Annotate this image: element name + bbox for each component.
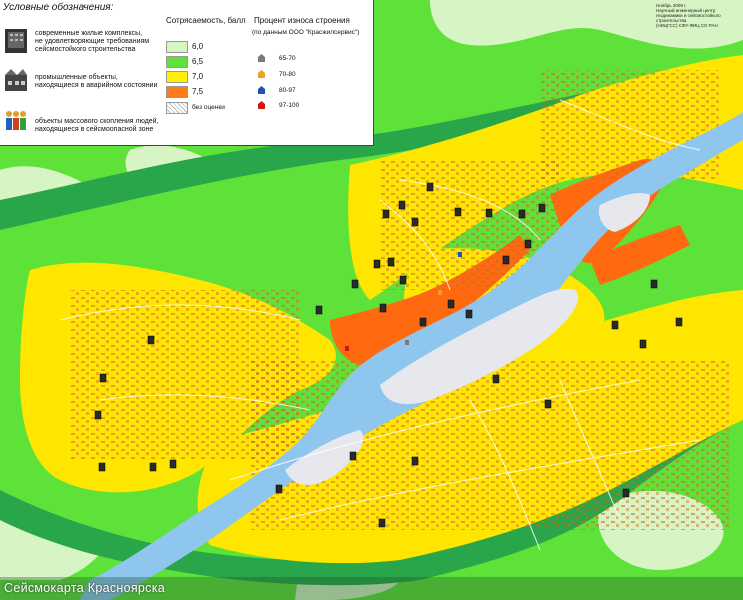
wear-label-80-97: 80-97 (279, 87, 296, 94)
wear-label-97-100: 97-100 (279, 102, 300, 109)
wear-marker-97-100-icon (258, 101, 265, 109)
center-note: Ноябрь 2009 г. Научный инженерный центр … (656, 3, 721, 28)
wear-marker-65-70-icon (258, 54, 265, 62)
residential-building-icon (4, 28, 28, 54)
map-title: Сейсмокарта Красноярска (4, 581, 165, 595)
wear-marker-70-80-icon (258, 70, 265, 78)
wear-label-70-80: 70-80 (279, 71, 296, 78)
seismicity-label-7-0: 7,0 (192, 72, 204, 81)
seismicity-swatch-6-0 (166, 41, 188, 53)
wear-marker-80-97-icon (258, 86, 265, 94)
seismicity-swatch-6-5 (166, 56, 188, 68)
legend-object-residential: современные жилые комплексы, не удовлетв… (35, 30, 150, 53)
industrial-building-icon (4, 67, 28, 93)
legend-object-crowd: объекты массового скопления людей, наход… (35, 118, 159, 133)
seismicity-swatch-unrated (166, 102, 188, 114)
legend-panel: Условные обозначения: современные жилые … (0, 0, 374, 146)
seismicity-swatch-7-0 (166, 71, 188, 83)
wear-title: Процент износа строения (254, 16, 350, 25)
seismicity-label-7-5: 7,5 (192, 87, 204, 96)
legend-object-industrial: промышленные объекты, находящиеся в авар… (35, 74, 158, 89)
legend-title: Условные обозначения: (3, 2, 114, 13)
seismicity-label-unrated: без оценки (192, 104, 225, 111)
seismicity-label-6-0: 6,0 (192, 42, 204, 51)
seismicity-swatch-7-5 (166, 86, 188, 98)
wear-source: (по данным ООО "Красжилсервис") (252, 29, 360, 36)
seismicity-title: Сотрясаемость, балл (166, 16, 246, 25)
crowd-icon (4, 108, 28, 134)
wear-label-65-70: 65-70 (279, 55, 296, 62)
seismicity-label-6-5: 6,5 (192, 57, 204, 66)
